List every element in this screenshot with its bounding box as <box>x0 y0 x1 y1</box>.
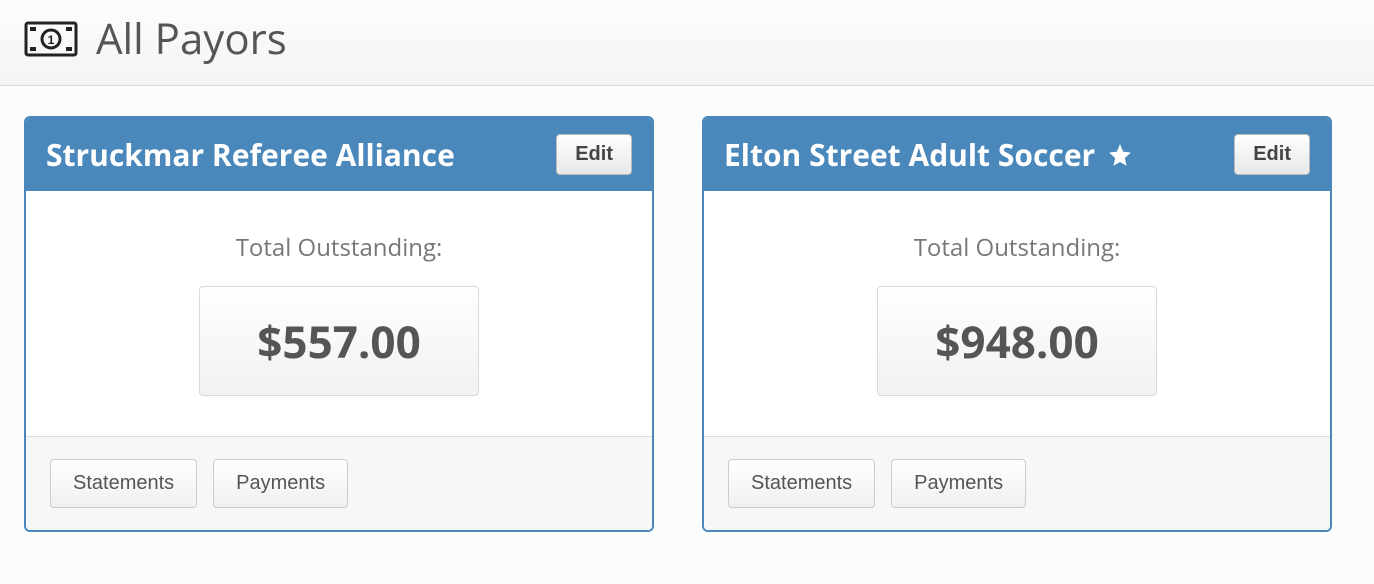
outstanding-amount: $557.00 <box>199 286 479 396</box>
payor-name: Elton Street Adult Soccer <box>724 134 1095 175</box>
svg-text:1: 1 <box>48 33 55 47</box>
star-icon <box>1107 142 1133 168</box>
payor-card-footer: Statements Payments <box>704 436 1330 530</box>
total-outstanding-label: Total Outstanding: <box>50 231 628 264</box>
money-icon: 1 <box>24 21 78 57</box>
payor-card-body: Total Outstanding: $948.00 <box>704 191 1330 436</box>
statements-button[interactable]: Statements <box>728 459 875 508</box>
payor-cards-container: Struckmar Referee Alliance Edit Total Ou… <box>0 86 1374 562</box>
page-title: All Payors <box>96 10 287 67</box>
outstanding-amount: $948.00 <box>877 286 1157 396</box>
payor-card-body: Total Outstanding: $557.00 <box>26 191 652 436</box>
payor-title-wrap: Elton Street Adult Soccer <box>724 134 1133 175</box>
payor-card: Elton Street Adult Soccer Edit Total Out… <box>702 116 1332 532</box>
page-header: 1 All Payors <box>0 0 1374 86</box>
payor-card-footer: Statements Payments <box>26 436 652 530</box>
payor-name: Struckmar Referee Alliance <box>46 134 455 175</box>
payor-card-header: Struckmar Referee Alliance Edit <box>26 118 652 191</box>
total-outstanding-label: Total Outstanding: <box>728 231 1306 264</box>
payor-title-wrap: Struckmar Referee Alliance <box>46 134 455 175</box>
payments-button[interactable]: Payments <box>213 459 348 508</box>
edit-button[interactable]: Edit <box>1234 134 1310 175</box>
statements-button[interactable]: Statements <box>50 459 197 508</box>
payor-card: Struckmar Referee Alliance Edit Total Ou… <box>24 116 654 532</box>
payments-button[interactable]: Payments <box>891 459 1026 508</box>
edit-button[interactable]: Edit <box>556 134 632 175</box>
payor-card-header: Elton Street Adult Soccer Edit <box>704 118 1330 191</box>
